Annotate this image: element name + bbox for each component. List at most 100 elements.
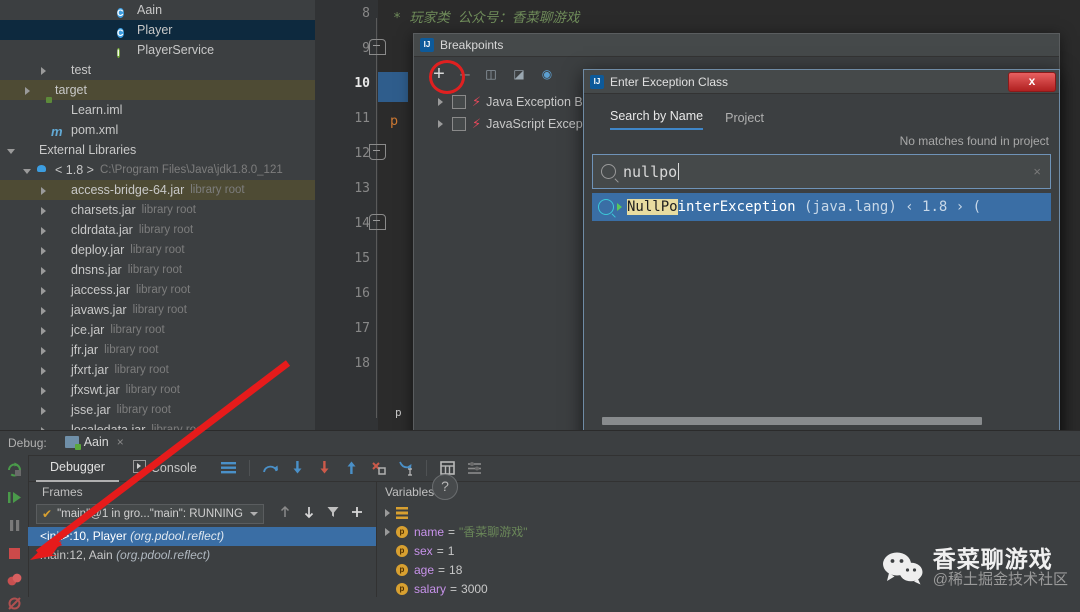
expand-arrow-icon[interactable] (38, 185, 49, 196)
group-by-class-icon[interactable]: ◉ (538, 66, 556, 82)
tree-item-dnsns-jar[interactable]: dnsns.jar library root (0, 260, 315, 280)
exception-dialog-tabs[interactable]: Search by Name Project (584, 94, 1059, 130)
layout-settings-icon[interactable] (219, 459, 238, 477)
filter-icon[interactable] (326, 505, 340, 519)
tab-search-by-name[interactable]: Search by Name (610, 109, 704, 130)
scrollbar-thumb[interactable] (602, 417, 982, 425)
drop-frame-icon[interactable] (369, 459, 388, 477)
tree-item-javaws-jar[interactable]: javaws.jar library root (0, 300, 315, 320)
step-out-icon[interactable] (342, 459, 361, 477)
exception-search-input[interactable]: nullpo × (592, 154, 1051, 189)
stop-icon[interactable] (6, 545, 23, 562)
variable-row-group[interactable] (377, 503, 1080, 522)
expand-arrow-icon[interactable] (38, 205, 49, 216)
frames-up-icon[interactable] (278, 505, 292, 519)
expand-arrow-icon[interactable] (38, 385, 49, 396)
force-step-into-icon[interactable] (315, 459, 334, 477)
resume-program-icon[interactable] (6, 489, 23, 506)
step-into-icon[interactable] (288, 459, 307, 477)
frames-list[interactable]: <init>:10, Player (org.pdool.reflect) ma… (28, 527, 376, 565)
search-result-item[interactable]: NullPointerException (java.lang) ‹ 1.8 ›… (592, 193, 1051, 221)
expand-arrow-icon[interactable] (38, 325, 49, 336)
frame-row[interactable]: main:12, Aain (org.pdool.reflect) (28, 546, 376, 565)
tree-item-access-bridge-64-jar[interactable]: access-bridge-64.jar library root (0, 180, 315, 200)
tab-console[interactable]: Console (119, 456, 211, 481)
group-by-file-icon[interactable]: ◪ (510, 66, 528, 82)
tree-item-external-libraries[interactable]: External Libraries (0, 140, 315, 160)
thread-selector[interactable]: ✔ "main"@1 in gro..."main": RUNNING (36, 504, 264, 524)
horizontal-scrollbar[interactable] (602, 417, 982, 425)
code-fold-marker[interactable] (369, 214, 386, 230)
tree-item-test[interactable]: test (0, 60, 315, 80)
chevron-down-icon[interactable] (250, 512, 258, 516)
code-fold-marker[interactable] (369, 144, 386, 160)
tree-item-label: pom.xml (71, 123, 119, 137)
mute-breakpoints-icon[interactable] (6, 595, 23, 612)
tree-item-label: Learn.iml (71, 103, 123, 117)
expand-arrow-icon[interactable] (22, 85, 33, 96)
breakpoint-checkbox[interactable] (452, 95, 466, 109)
breakpoint-checkbox[interactable] (452, 117, 466, 131)
frames-down-icon[interactable] (302, 505, 316, 519)
expand-arrow-icon[interactable] (6, 145, 17, 156)
close-icon[interactable]: x (1008, 72, 1056, 92)
expand-arrow-icon[interactable] (38, 365, 49, 376)
tree-item-pom-xml[interactable]: m pom.xml (0, 120, 315, 140)
expand-arrow-icon[interactable] (38, 345, 49, 356)
tree-item-jsse-jar[interactable]: jsse.jar library root (0, 400, 315, 420)
expand-arrow-icon[interactable] (436, 97, 447, 108)
settings-icon[interactable] (465, 459, 484, 477)
tree-item-charsets-jar[interactable]: charsets.jar library root (0, 200, 315, 220)
tab-project[interactable]: Project (725, 111, 764, 130)
expand-arrow-icon[interactable] (38, 265, 49, 276)
tree-item-playerservice[interactable]: I PlayerService (0, 40, 315, 60)
tree-item-cldrdata-jar[interactable]: cldrdata.jar library root (0, 220, 315, 240)
expand-arrow-icon[interactable] (38, 285, 49, 296)
help-button[interactable]: ? (432, 474, 458, 500)
debug-left-toolbar[interactable] (0, 455, 29, 610)
debug-session-tab[interactable]: Aain × (59, 431, 130, 456)
tree-item-aain[interactable]: C Aain (0, 0, 315, 20)
editor-gutter[interactable]: 8 9 10 11 12 13 14 15 16 17 18 (315, 0, 386, 430)
clear-icon[interactable]: × (1033, 164, 1041, 179)
step-over-icon[interactable] (261, 459, 280, 477)
expand-arrow-icon[interactable] (383, 507, 394, 518)
code-fold-marker[interactable] (369, 39, 386, 55)
tree-item-localedata-jar[interactable]: localedata.jar library root (0, 420, 315, 430)
variable-row-name[interactable]: p name = "香菜聊游戏" (377, 522, 1080, 541)
tree-item-jce-jar[interactable]: jce.jar library root (0, 320, 315, 340)
debugger-toolbar[interactable]: Debugger Console (28, 455, 1080, 482)
rerun-icon[interactable] (6, 461, 23, 478)
enter-exception-class-dialog[interactable]: Enter Exception Class x Search by Name P… (583, 69, 1060, 473)
group-by-package-icon[interactable]: ◫ (482, 66, 500, 82)
tree-item-jaccess-jar[interactable]: jaccess.jar library root (0, 280, 315, 300)
project-tree-panel[interactable]: C Aain C Player I PlayerService test target Lear… (0, 0, 315, 430)
expand-arrow-icon[interactable] (38, 65, 49, 76)
expand-arrow-icon[interactable] (22, 165, 33, 176)
tree-item-learn-iml[interactable]: Learn.iml (0, 100, 315, 120)
expand-arrow-icon[interactable] (38, 225, 49, 236)
tree-item-jfxswt-jar[interactable]: jfxswt.jar library root (0, 380, 315, 400)
expand-arrow-icon[interactable] (436, 119, 447, 130)
tree-item-jfr-jar[interactable]: jfr.jar library root (0, 340, 315, 360)
breakpoints-title-bar: Breakpoints (414, 34, 1059, 57)
tree-item-deploy-jar[interactable]: deploy.jar library root (0, 240, 315, 260)
tree-item-1-8[interactable]: < 1.8 > C:\Program Files\Java\jdk1.8.0_12… (0, 160, 315, 180)
search-icon (601, 164, 616, 179)
tree-item-player[interactable]: C Player (0, 20, 315, 40)
tree-item-jfxrt-jar[interactable]: jfxrt.jar library root (0, 360, 315, 380)
expand-arrow-icon[interactable] (383, 526, 394, 537)
expand-arrow-icon[interactable] (38, 405, 49, 416)
frame-row[interactable]: <init>:10, Player (org.pdool.reflect) (28, 527, 376, 546)
view-breakpoints-icon[interactable] (6, 572, 23, 589)
run-to-cursor-icon[interactable] (396, 459, 415, 477)
expand-arrow-icon[interactable] (38, 245, 49, 256)
tab-debugger[interactable]: Debugger (36, 455, 119, 482)
pause-program-icon[interactable] (6, 517, 23, 534)
breakpoint-label: JavaScript Exceptio (486, 117, 596, 131)
close-icon[interactable]: × (117, 435, 124, 449)
add-watch-icon[interactable] (350, 505, 364, 519)
expand-arrow-icon[interactable] (38, 305, 49, 316)
tree-item-label: External Libraries (39, 143, 137, 157)
frames-panel[interactable]: Frames ✔ "main"@1 in gro..."main": RUNNI… (28, 481, 377, 597)
